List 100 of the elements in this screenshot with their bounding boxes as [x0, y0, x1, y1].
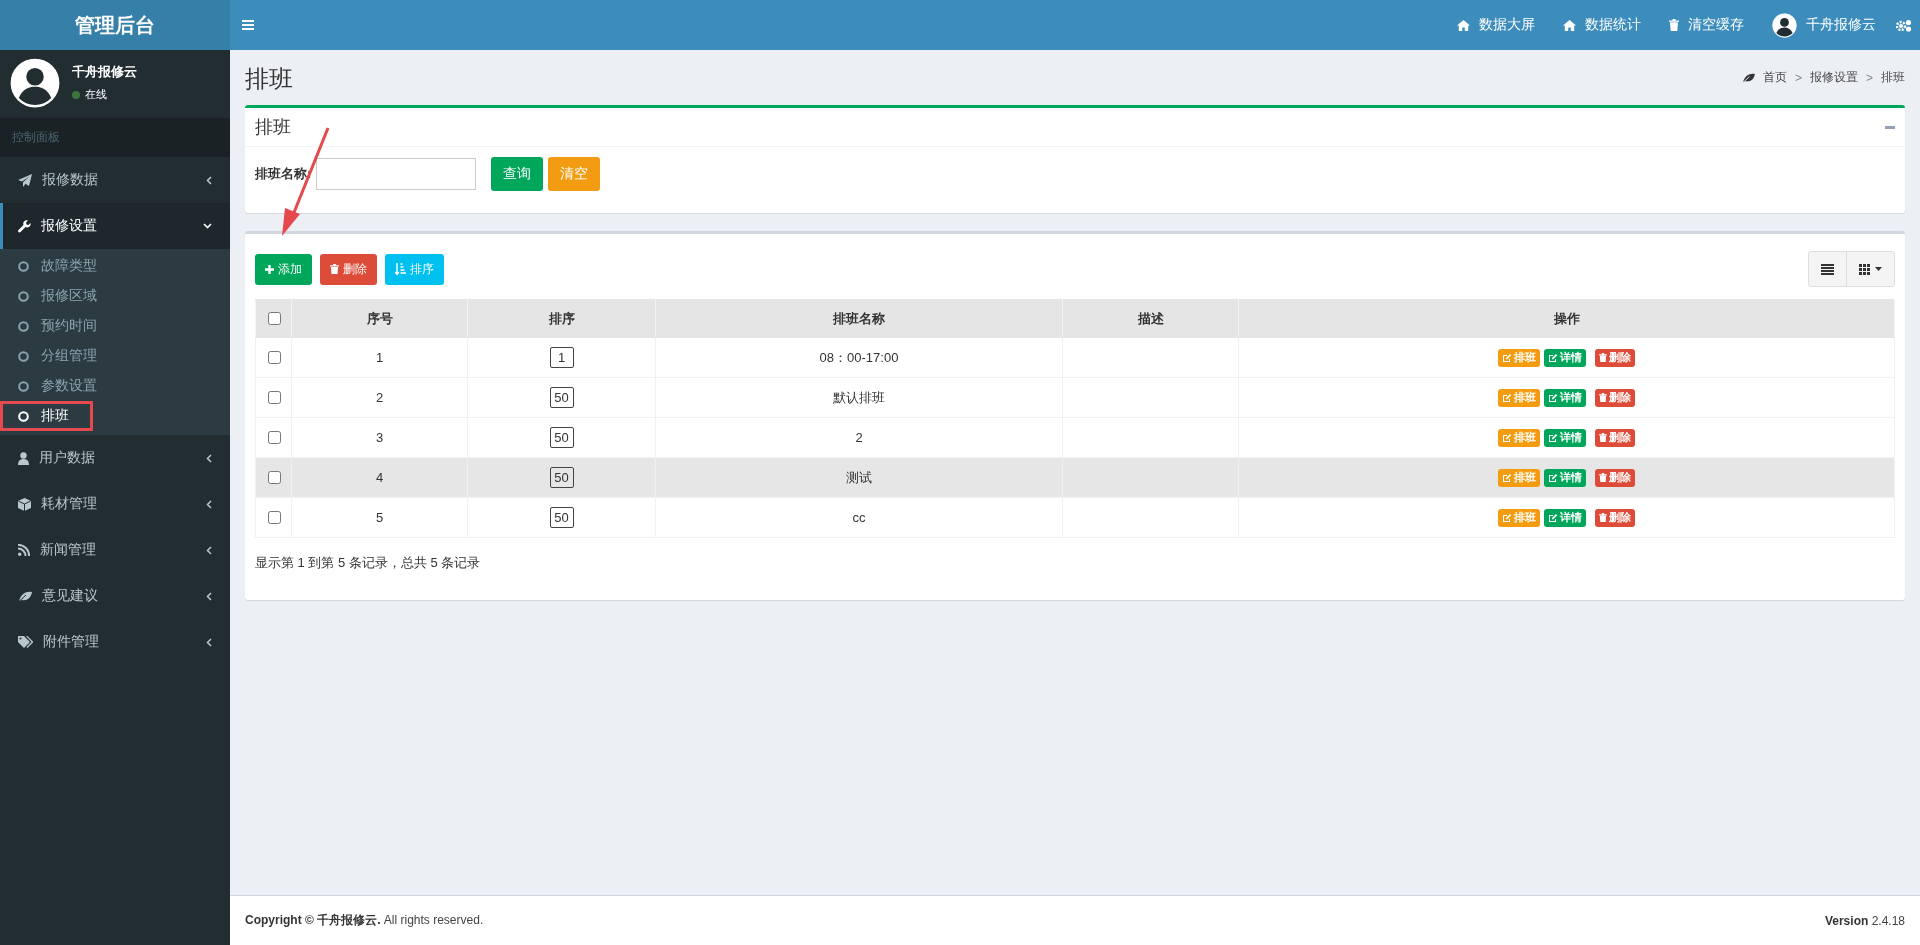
table-cell: 3	[291, 417, 468, 458]
delete-button[interactable]: 删除	[1595, 508, 1635, 527]
detail-button[interactable]: 详情	[1544, 468, 1586, 487]
trash-icon	[1599, 352, 1607, 363]
sidebar-item[interactable]: 报修数据	[0, 157, 230, 203]
trash-icon	[1599, 392, 1607, 403]
circle-icon	[18, 260, 29, 272]
trash-icon	[1599, 512, 1607, 523]
tags-icon	[18, 636, 33, 648]
table-cell: 4	[291, 457, 468, 498]
order-field[interactable]: 50	[549, 507, 574, 528]
detail-button[interactable]: 详情	[1544, 388, 1586, 407]
delete-button[interactable]: 删除	[1595, 428, 1635, 447]
minus-icon[interactable]	[1885, 125, 1895, 129]
menu-icon[interactable]	[242, 20, 254, 30]
edit-icon	[1502, 472, 1512, 483]
sidebar-item[interactable]: 报修设置	[0, 203, 230, 249]
column-header: 操作	[1238, 299, 1895, 338]
page-title: 排班	[245, 63, 293, 94]
table-row[interactable]: 1 1 08：00-17:00 排班 详情 删除	[255, 337, 1895, 378]
detail-button[interactable]: 详情	[1544, 428, 1586, 447]
nav-link[interactable]: 数据统计	[1549, 16, 1655, 34]
table-cell: 测试	[655, 457, 1063, 498]
brand-title: 管理后台	[0, 0, 230, 50]
breadcrumb-item: 排班	[1881, 69, 1905, 86]
pagination-info: 显示第 1 到第 5 条记录，总共 5 条记录	[255, 554, 482, 572]
trash-icon	[1669, 19, 1679, 31]
row-checkbox[interactable]	[267, 471, 281, 484]
sidebar-subitem[interactable]: 预约时间	[0, 311, 230, 341]
sidebar-header: 控制面板	[0, 118, 230, 157]
sidebar-item[interactable]: 意见建议	[0, 573, 230, 619]
edit-icon	[1502, 432, 1512, 443]
delete-button[interactable]: 删除	[320, 253, 377, 285]
sidebar-subitem[interactable]: 分组管理	[0, 341, 230, 371]
order-field[interactable]: 50	[549, 387, 574, 408]
sidebar-subitem[interactable]: 报修区域	[0, 281, 230, 311]
edit-icon	[1548, 432, 1558, 443]
order-field[interactable]: 50	[549, 427, 574, 448]
breadcrumb-item[interactable]: 报修设置	[1810, 69, 1858, 86]
edit-icon	[1502, 392, 1512, 403]
add-button[interactable]: 添加	[255, 253, 312, 285]
order-field[interactable]: 1	[549, 347, 574, 368]
delete-button[interactable]: 删除	[1595, 468, 1635, 487]
plus-icon	[265, 264, 274, 274]
table-cell: 1	[291, 337, 468, 378]
edit-icon	[1548, 352, 1558, 363]
chevron-left-icon	[206, 499, 212, 509]
table-row[interactable]: 3 50 2 排班 详情 删除	[255, 417, 1895, 458]
input-field[interactable]	[316, 158, 477, 190]
circle-icon	[18, 410, 29, 422]
row-checkbox[interactable]	[267, 312, 281, 325]
edit-icon	[1548, 392, 1558, 403]
trash-icon	[1599, 472, 1607, 483]
list-icon	[1821, 263, 1834, 275]
user-status: 在线	[85, 87, 107, 102]
circle-icon	[18, 380, 29, 392]
row-checkbox[interactable]	[267, 351, 281, 364]
breadcrumb-separator: >	[1794, 70, 1802, 85]
table-row[interactable]: 2 50 默认排班 排班 详情 删除	[255, 377, 1895, 418]
edit-icon	[1502, 512, 1512, 523]
cube-icon	[18, 497, 31, 511]
avatar-icon	[10, 57, 60, 108]
detail-button[interactable]: 详情	[1544, 508, 1586, 527]
wrench-icon	[18, 219, 31, 233]
table-cell: 2	[291, 377, 468, 418]
column-header: 描述	[1062, 299, 1239, 338]
paper-plane-icon	[18, 173, 32, 187]
breadcrumb-item[interactable]: 首页	[1762, 69, 1787, 86]
sidebar-item[interactable]: 附件管理	[0, 619, 230, 665]
user-menu[interactable]: 千舟报修云	[1758, 12, 1896, 38]
avatar-icon	[1772, 12, 1797, 38]
row-checkbox[interactable]	[267, 511, 281, 524]
edit-icon	[1548, 472, 1558, 483]
nav-link[interactable]: 数据大屏	[1443, 16, 1549, 34]
gears-icon[interactable]	[1896, 18, 1912, 32]
sidebar-item[interactable]: 新闻管理	[0, 527, 230, 573]
home-icon	[1457, 19, 1470, 31]
row-checkbox[interactable]	[267, 431, 281, 444]
row-checkbox[interactable]	[267, 391, 281, 404]
table-row[interactable]: 4 50 测试 排班 详情 删除	[255, 457, 1895, 498]
sidebar-subitem[interactable]: 参数设置	[0, 371, 230, 401]
table-row[interactable]: 5 50 cc 排班 详情 删除	[255, 497, 1895, 538]
detail-button[interactable]: 详情	[1544, 348, 1586, 367]
table-cell: 默认排班	[655, 377, 1063, 418]
copyright-text: Copyright © 千舟报修云. All rights reserved.	[245, 912, 484, 929]
sidebar-subitem[interactable]: 故障类型	[0, 251, 230, 281]
user-name: 千舟报修云	[72, 63, 137, 81]
circle-icon	[18, 320, 29, 332]
rss-icon	[18, 544, 30, 556]
edit-icon	[1502, 352, 1512, 363]
sidebar-item[interactable]: 耗材管理	[0, 481, 230, 527]
order-field[interactable]: 50	[549, 467, 574, 488]
user-icon	[18, 451, 29, 465]
circle-icon	[18, 290, 29, 302]
delete-button[interactable]: 删除	[1595, 388, 1635, 407]
search-button[interactable]: 查询	[491, 157, 544, 191]
nav-link[interactable]: 清空缓存	[1655, 16, 1758, 34]
sidebar-item[interactable]: 用户数据	[0, 435, 230, 481]
delete-button[interactable]: 删除	[1595, 348, 1635, 367]
sidebar-subitem[interactable]: 排班	[0, 401, 93, 431]
